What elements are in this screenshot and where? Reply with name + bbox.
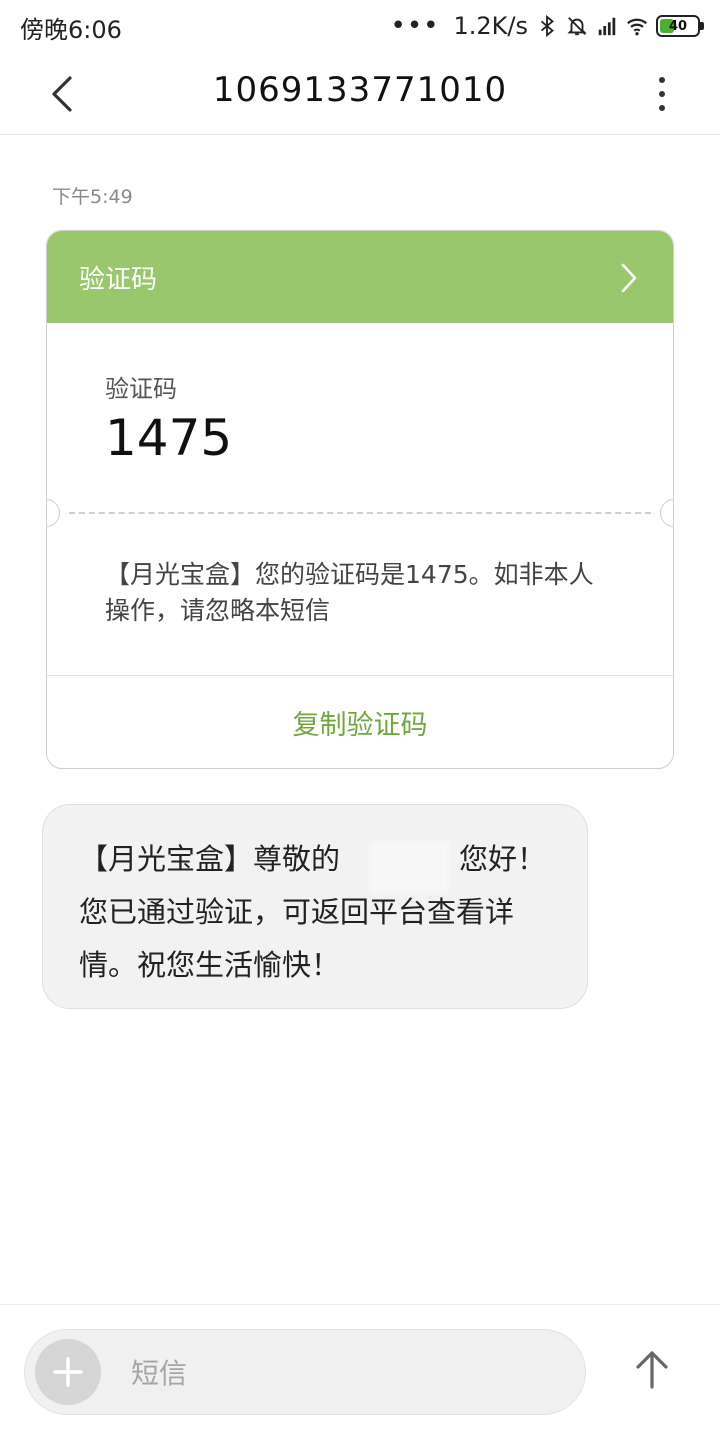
message-bubble[interactable]: 【月光宝盒】尊敬的 ，您好！您已通过验证，可返回平台查看详情。祝您生活愉快！ <box>42 804 588 1009</box>
ticket-notch-left <box>47 499 60 527</box>
card-header-label: 验证码 <box>79 265 158 295</box>
bluetooth-icon <box>540 15 554 37</box>
wifi-icon <box>627 18 647 36</box>
verification-code-card: 验证码 验证码 1475 【月光宝盒】您的验证码是1475。如非本人操作，请忽略… <box>46 230 674 769</box>
more-notifications-icon: ••• <box>390 11 440 41</box>
send-arrow-icon[interactable] <box>632 1347 672 1391</box>
redacted-name <box>369 841 449 893</box>
ticket-notch-right <box>660 499 673 527</box>
dashed-divider <box>69 512 651 514</box>
more-options-icon[interactable] <box>652 74 672 114</box>
network-speed: 1.2K/s <box>453 12 529 40</box>
compose-bar: 短信 <box>0 1304 720 1441</box>
battery-icon: 40 <box>656 15 704 37</box>
chevron-right-icon <box>621 263 637 293</box>
status-icons: ••• 1.2K/s 40 <box>390 10 704 42</box>
conversation-header: 1069133771010 <box>0 52 720 135</box>
card-header[interactable]: 验证码 <box>47 231 673 323</box>
add-attachment-button[interactable] <box>35 1339 101 1405</box>
plus-icon <box>53 1357 83 1387</box>
copy-code-button[interactable]: 复制验证码 <box>47 676 673 768</box>
status-bar: 傍晚6:06 ••• 1.2K/s 40 <box>0 0 720 52</box>
message-input-field[interactable]: 短信 <box>24 1329 586 1415</box>
message-timestamp: 下午5:49 <box>52 186 133 208</box>
status-time: 傍晚6:06 <box>20 16 122 44</box>
code-label: 验证码 <box>105 375 177 403</box>
bell-muted-icon <box>567 17 587 36</box>
sender-number: 1069133771010 <box>212 70 508 110</box>
battery-level-text: 40 <box>668 18 688 34</box>
verification-code: 1475 <box>105 409 233 467</box>
sms-body-text: 【月光宝盒】您的验证码是1475。如非本人操作，请忽略本短信 <box>105 560 594 625</box>
signal-icon <box>598 17 616 36</box>
message-input-placeholder: 短信 <box>131 1357 188 1390</box>
message-text-part1: 【月光宝盒】尊敬的 <box>79 842 341 876</box>
